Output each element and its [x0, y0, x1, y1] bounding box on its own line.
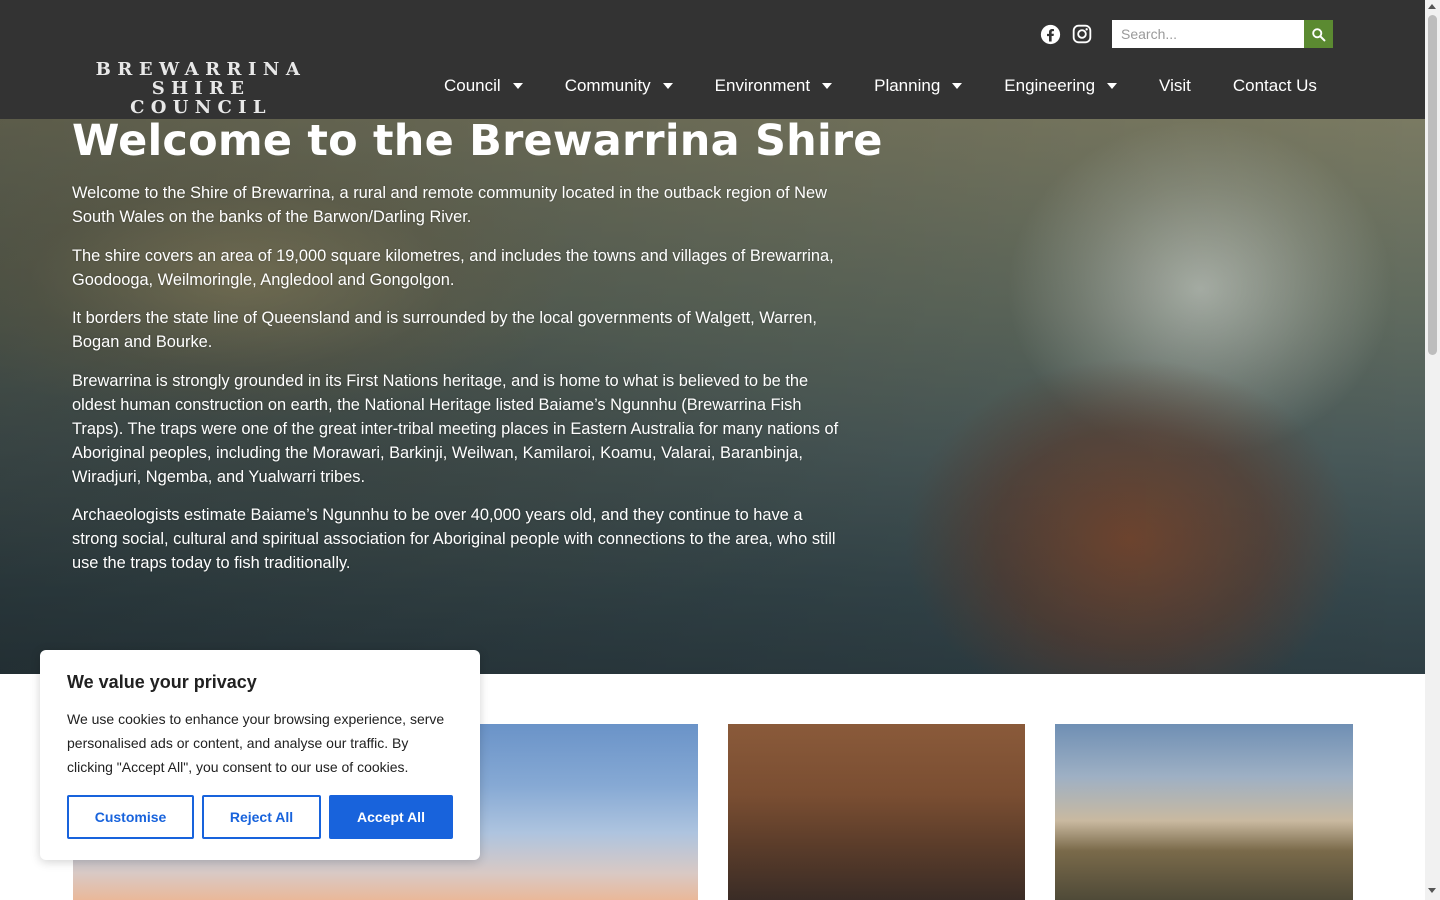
logo-line-1: BREWARRINA [95, 59, 307, 80]
search-icon [1312, 27, 1326, 41]
main-nav: Council Community Environment Planning E… [444, 74, 1317, 98]
facebook-icon[interactable] [1039, 23, 1061, 45]
customise-button[interactable]: Customise [67, 795, 194, 839]
nav-item-label: Visit [1159, 76, 1191, 95]
site-header: BREWARRINA SHIRE COUNCIL Council Communi… [0, 0, 1425, 119]
cookie-title: We value your privacy [67, 672, 257, 692]
nav-item-contact-us[interactable]: Contact Us [1233, 76, 1317, 96]
instagram-icon[interactable] [1071, 23, 1093, 45]
cookie-text: We use cookies to enhance your browsing … [67, 711, 445, 775]
nav-item-label: Planning [874, 76, 941, 95]
page-scrollbar[interactable] [1425, 0, 1440, 900]
nav-item-environment[interactable]: Environment [714, 76, 833, 96]
nav-item-label: Environment [714, 76, 811, 95]
caret-down-icon [512, 83, 523, 89]
nav-item-council[interactable]: Council [444, 76, 523, 96]
hero-intro: Welcome to the Shire of Brewarrina, a ru… [72, 181, 842, 590]
nav-item-label: Engineering [1004, 76, 1096, 95]
accept-all-button[interactable]: Accept All [329, 795, 453, 839]
nav-item-label: Council [444, 76, 501, 95]
reject-all-button[interactable]: Reject All [202, 795, 321, 839]
scrollbar-thumb[interactable] [1428, 15, 1437, 355]
nav-item-planning[interactable]: Planning [874, 76, 963, 96]
hero-paragraph: It borders the state line of Queensland … [72, 309, 817, 351]
search-button[interactable] [1304, 20, 1333, 48]
caret-down-icon [662, 83, 673, 89]
cookie-consent-dialog: We value your privacy We use cookies to … [40, 650, 480, 860]
feature-card-council-photo[interactable] [728, 724, 1025, 900]
scroll-down-arrow-icon[interactable] [1428, 888, 1436, 893]
search-input[interactable] [1112, 20, 1304, 48]
site-logo[interactable]: BREWARRINA SHIRE COUNCIL [75, 60, 327, 117]
hero-paragraph: The shire covers an area of 19,000 squar… [72, 246, 834, 289]
logo-line-2: SHIRE COUNCIL [130, 78, 272, 118]
hero-paragraph: Brewarrina is strongly grounded in its F… [72, 371, 839, 486]
hero-paragraph: Archaeologists estimate Baiame’s Ngunnhu… [72, 506, 836, 572]
hero-section: Welcome to the Brewarrina Shire Welcome … [0, 119, 1425, 674]
caret-down-icon [952, 83, 963, 89]
nav-item-label: Community [564, 76, 651, 95]
page-title: Welcome to the Brewarrina Shire [72, 119, 883, 166]
feature-card-road-image[interactable] [1055, 724, 1353, 900]
nav-item-visit[interactable]: Visit [1159, 76, 1191, 96]
nav-item-label: Contact Us [1232, 76, 1317, 95]
caret-down-icon [1107, 83, 1118, 89]
nav-item-community[interactable]: Community [565, 76, 673, 96]
scroll-up-arrow-icon[interactable] [1428, 4, 1436, 9]
caret-down-icon [822, 83, 833, 89]
hero-paragraph: Welcome to the Shire of Brewarrina, a ru… [72, 184, 827, 226]
nav-item-engineering[interactable]: Engineering [1004, 76, 1118, 96]
